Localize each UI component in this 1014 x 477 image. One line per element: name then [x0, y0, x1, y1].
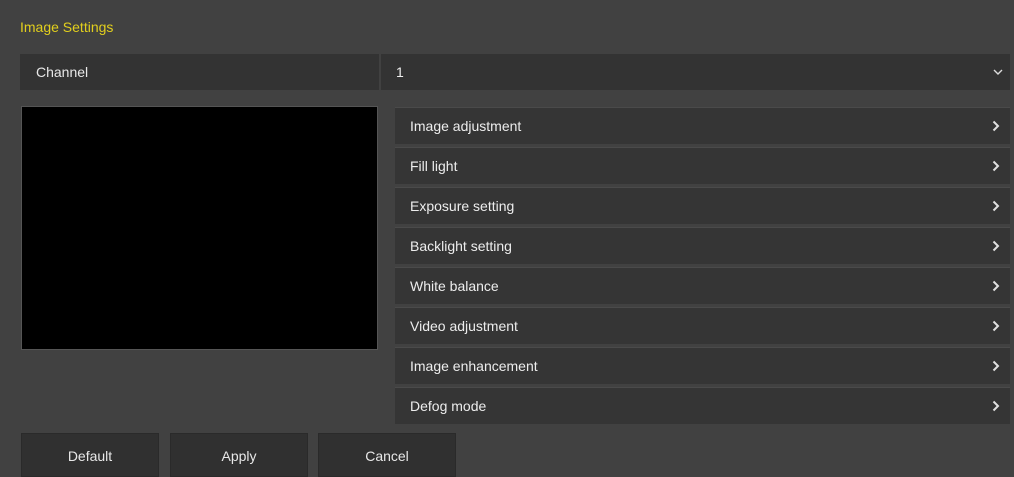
- menu-item-label: Video adjustment: [410, 318, 518, 334]
- menu-item-label: Defog mode: [410, 398, 487, 414]
- channel-value: 1: [396, 64, 404, 80]
- menu-item-label: Image enhancement: [410, 358, 538, 374]
- menu-item-label: White balance: [410, 278, 499, 294]
- chevron-right-icon: [992, 348, 1000, 384]
- menu-item-fill-light[interactable]: Fill light: [395, 147, 1010, 184]
- menu-item-white-balance[interactable]: White balance: [395, 267, 1010, 304]
- chevron-right-icon: [992, 108, 1000, 144]
- chevron-right-icon: [992, 228, 1000, 264]
- video-preview: [21, 106, 378, 350]
- settings-menu: Image adjustment Fill light Exposure set…: [395, 107, 1010, 427]
- channel-select[interactable]: 1: [381, 54, 1010, 90]
- menu-item-label: Exposure setting: [410, 198, 515, 214]
- chevron-right-icon: [992, 188, 1000, 224]
- menu-item-backlight-setting[interactable]: Backlight setting: [395, 227, 1010, 264]
- menu-item-video-adjustment[interactable]: Video adjustment: [395, 307, 1010, 344]
- cancel-button[interactable]: Cancel: [318, 433, 456, 477]
- channel-row: Channel 1: [20, 54, 1010, 90]
- chevron-right-icon: [992, 148, 1000, 184]
- chevron-right-icon: [992, 268, 1000, 304]
- default-button[interactable]: Default: [21, 433, 159, 477]
- page-title: Image Settings: [20, 19, 114, 35]
- chevron-right-icon: [992, 388, 1000, 424]
- apply-button[interactable]: Apply: [170, 433, 308, 477]
- menu-item-label: Image adjustment: [410, 118, 522, 134]
- menu-item-defog-mode[interactable]: Defog mode: [395, 387, 1010, 424]
- menu-item-exposure-setting[interactable]: Exposure setting: [395, 187, 1010, 224]
- menu-item-image-adjustment[interactable]: Image adjustment: [395, 107, 1010, 144]
- channel-label: Channel: [20, 54, 379, 90]
- menu-item-label: Backlight setting: [410, 238, 512, 254]
- chevron-right-icon: [992, 308, 1000, 344]
- chevron-down-icon: [993, 54, 1003, 90]
- image-settings-page: Image Settings Channel 1 Image adjustmen…: [0, 0, 1014, 477]
- menu-item-label: Fill light: [410, 158, 458, 174]
- menu-item-image-enhancement[interactable]: Image enhancement: [395, 347, 1010, 384]
